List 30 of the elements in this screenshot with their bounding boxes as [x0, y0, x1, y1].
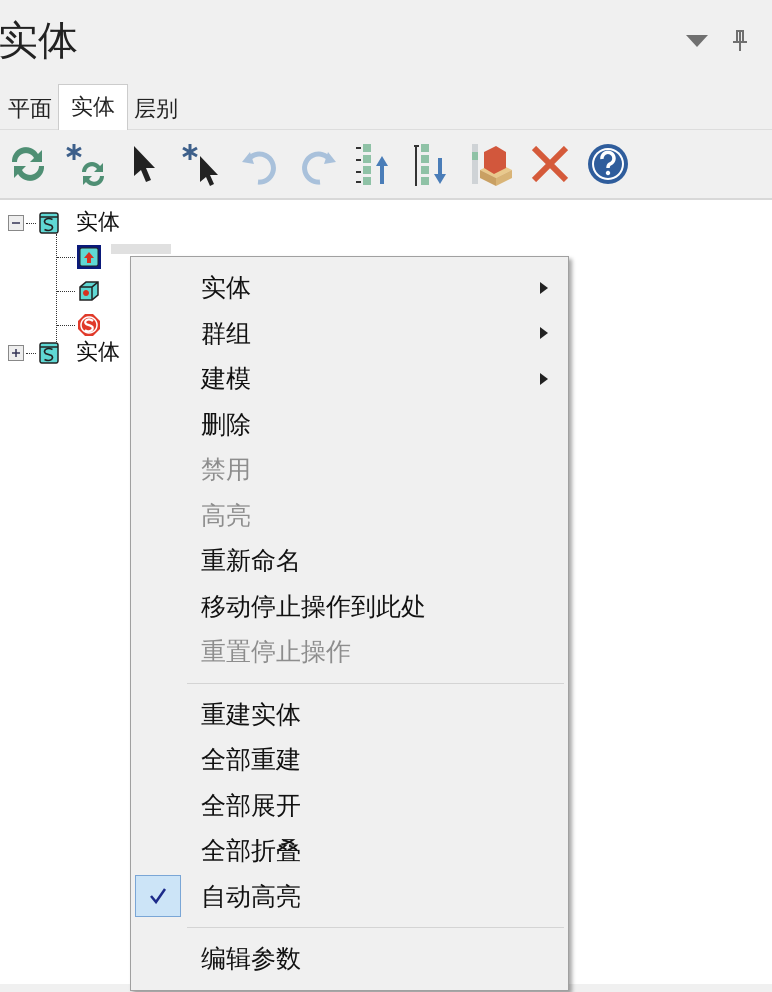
tab[interactable]: 平面 [2, 89, 58, 129]
menu-item[interactable]: 群组 [131, 310, 568, 356]
cylinder-icon [38, 342, 60, 364]
menu-item[interactable]: 全部展开 [131, 782, 568, 828]
pin-icon[interactable] [732, 30, 748, 52]
menu-item[interactable]: 重新命名 [131, 538, 568, 584]
cylinder-icon [38, 212, 60, 234]
tree-item[interactable]: 实体 [74, 342, 122, 364]
dropdown-icon[interactable] [686, 35, 708, 47]
menu-item[interactable]: 删除 [131, 402, 568, 447]
menu-item[interactable]: 全部折叠 [131, 828, 568, 874]
help-icon[interactable] [586, 142, 630, 186]
menu-item[interactable]: 编辑参数 [131, 936, 568, 982]
tab[interactable]: 层别 [128, 89, 184, 129]
extrude-icon [77, 245, 101, 269]
tab[interactable]: 实体 [58, 84, 128, 130]
panel-title: 实体 [0, 21, 79, 61]
menu-item[interactable]: 建模 [131, 356, 568, 402]
submenu-arrow-icon [540, 372, 548, 385]
submenu-arrow-icon [540, 327, 548, 340]
stacked-blocks-icon[interactable] [470, 142, 514, 186]
menu-item[interactable]: 自动高亮 [131, 874, 568, 919]
tree-item[interactable]: 实体 [74, 212, 122, 234]
submenu-arrow-icon [540, 282, 548, 294]
expand-icon[interactable] [8, 345, 24, 361]
menu-item[interactable]: 实体 [131, 265, 568, 310]
collapse-icon[interactable] [8, 215, 24, 231]
menu-item[interactable]: 重建实体 [131, 692, 568, 737]
menu-item[interactable]: 全部重建 [131, 737, 568, 782]
menu-item[interactable]: 移动停止操作到此处 [131, 584, 568, 629]
